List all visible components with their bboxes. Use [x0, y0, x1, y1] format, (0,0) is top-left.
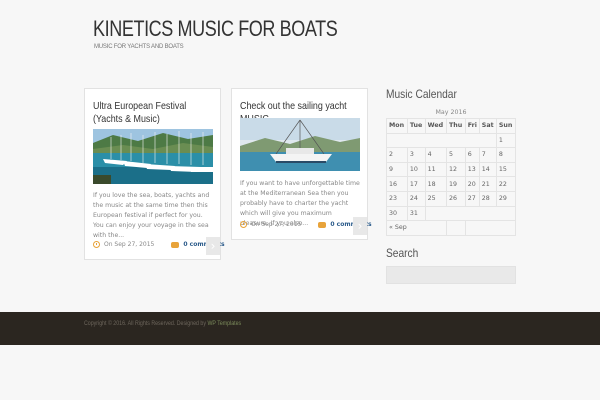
calendar-day: 19: [445, 176, 466, 192]
calendar-day: 7: [478, 147, 497, 163]
weekday-header: Tue: [406, 118, 426, 134]
calendar-day: 18: [424, 176, 447, 192]
calendar-pad: [424, 205, 517, 222]
calendar-week-row: 9 10 11 12 13 14 15: [386, 161, 517, 178]
post-meta: On Sep 27, 2015 0 comments: [93, 241, 225, 248]
footer-copyright: Copyright © 2016. All Rights Reserved. D…: [84, 320, 241, 327]
calendar-day: 1: [495, 132, 517, 149]
calendar-day: 2: [386, 147, 408, 163]
calendar-day: 25: [424, 190, 447, 207]
calendar-nav-row: « Sep: [386, 220, 517, 236]
weekday-header: Thu: [445, 118, 466, 134]
post-title[interactable]: Ultra European Festival (Yachts & Music): [93, 100, 212, 126]
marina-image: [93, 129, 213, 184]
calendar-day: 17: [406, 176, 426, 192]
designer-link[interactable]: WP Templates: [207, 320, 241, 327]
calendar-day: 16: [386, 176, 408, 192]
calendar-prev-link[interactable]: « Sep: [386, 220, 447, 236]
post-date: On Sep 27, 2015: [251, 221, 302, 228]
calendar-week-row: 16 17 18 19 20 21 22: [386, 176, 517, 192]
post-card: Ultra European Festival (Yachts & Music): [84, 88, 225, 260]
calendar-next-link: [464, 220, 517, 236]
calendar-widget-title: Music Calendar: [386, 87, 457, 101]
calendar-day: 24: [406, 190, 426, 207]
calendar-pad: [386, 132, 497, 149]
sailing-yacht-image: [240, 118, 360, 171]
calendar-week-row: 2 3 4 5 6 7 8: [386, 147, 517, 163]
post-meta: On Sep 27, 2015 0 comments: [240, 221, 372, 228]
calendar-week-row: 23 24 25 26 27 28 29: [386, 190, 517, 207]
calendar-day: 15: [495, 161, 517, 178]
read-more-button[interactable]: ›: [353, 217, 367, 235]
post-card: Check out the sailing yacht MUSIC If you…: [231, 88, 372, 240]
clock-icon: [93, 241, 100, 248]
calendar-day: 31: [406, 205, 426, 222]
calendar-day: 9: [386, 161, 408, 178]
footer: Copyright © 2016. All Rights Reserved. D…: [0, 312, 600, 345]
calendar-day: 23: [386, 190, 408, 207]
weekday-header: Fri: [464, 118, 480, 134]
calendar-day: 30: [386, 205, 408, 222]
calendar-day: 3: [406, 147, 426, 163]
calendar-table: May 2016 Mon Tue Wed Thu Fri Sat Sun 1 2…: [386, 108, 517, 236]
search-input[interactable]: [386, 266, 516, 284]
calendar-day: 6: [464, 147, 480, 163]
calendar-day: 28: [478, 190, 497, 207]
calendar-day: 13: [464, 161, 480, 178]
calendar-day: 8: [495, 147, 517, 163]
calendar-day: 29: [495, 190, 517, 207]
calendar-week-row: 1: [386, 132, 517, 149]
calendar-day: 14: [478, 161, 497, 178]
site-title[interactable]: KINETICS MUSIC FOR BOATS: [93, 16, 338, 42]
site-tagline: MUSIC FOR YACHTS AND BOATS: [94, 44, 184, 50]
post-thumbnail[interactable]: [93, 129, 213, 184]
copyright-text: Copyright © 2016. All Rights Reserved. D…: [84, 320, 208, 327]
weekday-header: Mon: [386, 118, 408, 134]
calendar-day: 22: [495, 176, 517, 192]
calendar-day: 21: [478, 176, 497, 192]
calendar-day: 10: [406, 161, 426, 178]
calendar-day: 4: [424, 147, 447, 163]
search-widget-title: Search: [386, 246, 419, 260]
weekday-header: Sat: [478, 118, 497, 134]
post-excerpt: If you love the sea, boats, yachts and t…: [93, 192, 210, 239]
post-date: On Sep 27, 2015: [104, 241, 155, 248]
calendar-weekday-row: Mon Tue Wed Thu Fri Sat Sun: [386, 118, 517, 134]
calendar-day: 12: [445, 161, 466, 178]
calendar-week-row: 30 31: [386, 205, 517, 222]
weekday-header: Sun: [495, 118, 517, 134]
read-more-button[interactable]: ›: [206, 237, 220, 255]
calendar-day: 27: [464, 190, 480, 207]
calendar-pad: [445, 220, 466, 236]
post-thumbnail[interactable]: [240, 118, 360, 171]
calendar-day: 20: [464, 176, 480, 192]
calendar-day: 11: [424, 161, 447, 178]
calendar-day: 26: [445, 190, 466, 207]
calendar-day: 5: [445, 147, 466, 163]
weekday-header: Wed: [424, 118, 447, 134]
comment-icon: [171, 241, 180, 248]
comment-icon: [318, 221, 327, 228]
clock-icon: [240, 221, 247, 228]
calendar-caption: May 2016: [435, 109, 467, 116]
